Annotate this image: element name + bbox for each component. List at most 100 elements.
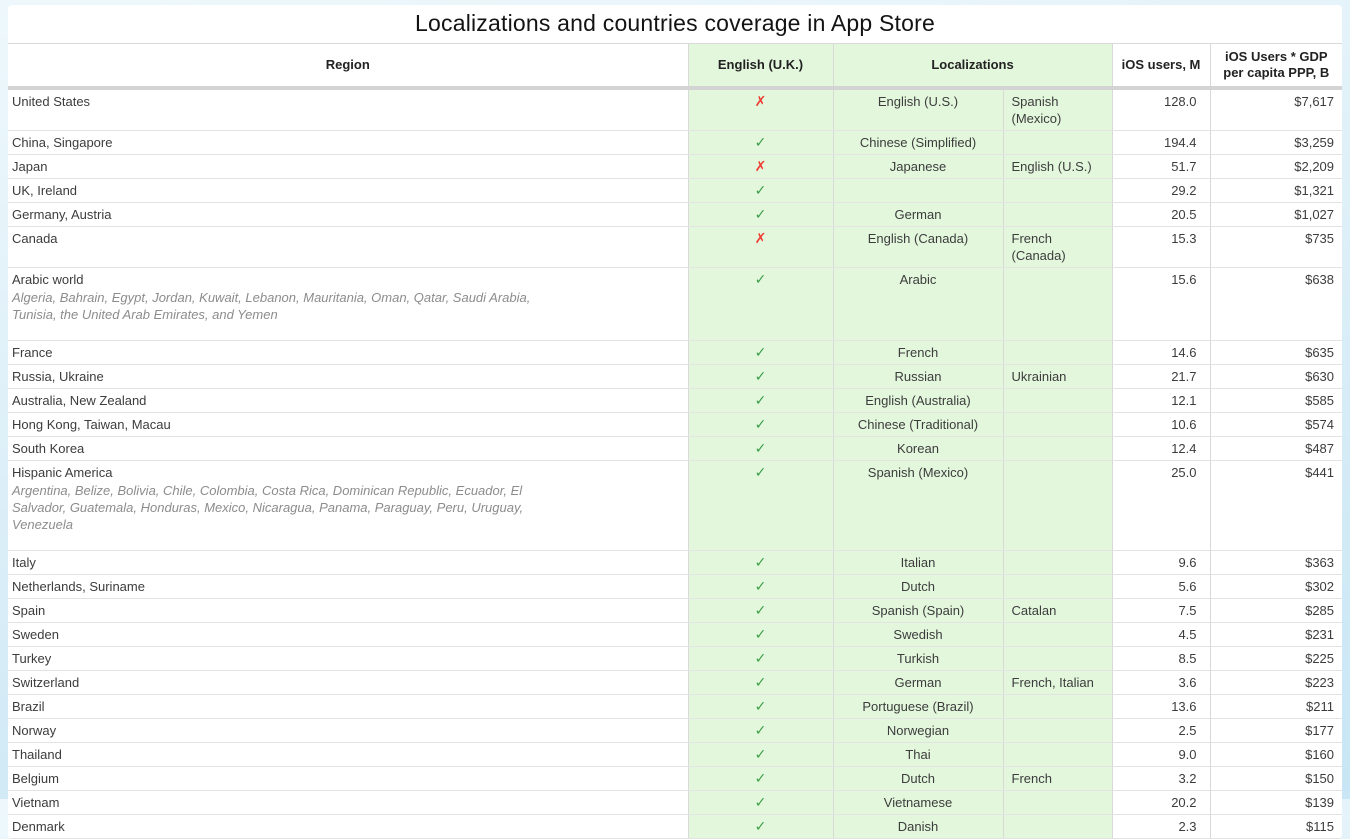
gdp-cell: $115 bbox=[1210, 815, 1342, 839]
ios-users-cell: 7.5 bbox=[1112, 599, 1210, 623]
localization-primary-cell: Chinese (Traditional) bbox=[833, 413, 1003, 437]
localization-primary-cell: Chinese (Simplified) bbox=[833, 131, 1003, 155]
ios-users-cell: 12.4 bbox=[1112, 437, 1210, 461]
english-uk-cell: ✓ bbox=[688, 647, 833, 671]
region-name: China, Singapore bbox=[12, 134, 684, 151]
region-cell: France bbox=[8, 341, 688, 365]
region-cell: Australia, New Zealand bbox=[8, 389, 688, 413]
region-cell: Denmark bbox=[8, 815, 688, 839]
table-row: Spain✓Spanish (Spain)Catalan7.5$285 bbox=[8, 599, 1342, 623]
column-header-gdp: iOS Users * GDP per capita PPP, B bbox=[1210, 44, 1342, 89]
ios-users-cell: 15.6 bbox=[1112, 268, 1210, 341]
gdp-cell: $285 bbox=[1210, 599, 1342, 623]
english-uk-cell: ✓ bbox=[688, 437, 833, 461]
table-row: Germany, Austria✓German20.5$1,027 bbox=[8, 203, 1342, 227]
english-uk-cell: ✓ bbox=[688, 623, 833, 647]
ios-users-cell: 3.2 bbox=[1112, 767, 1210, 791]
table-header: Region English (U.K.) Localizations iOS … bbox=[8, 44, 1342, 89]
region-name: Russia, Ukraine bbox=[12, 368, 684, 385]
region-cell: Vietnam bbox=[8, 791, 688, 815]
check-icon: ✓ bbox=[755, 818, 767, 834]
gdp-cell: $574 bbox=[1210, 413, 1342, 437]
localization-primary-cell: Arabic bbox=[833, 268, 1003, 341]
header-row: Region English (U.K.) Localizations iOS … bbox=[8, 44, 1342, 89]
ios-users-cell: 5.6 bbox=[1112, 575, 1210, 599]
region-cell: Italy bbox=[8, 551, 688, 575]
table-row: Thailand✓Thai9.0$160 bbox=[8, 743, 1342, 767]
region-name: Australia, New Zealand bbox=[12, 392, 684, 409]
english-uk-cell: ✓ bbox=[688, 815, 833, 839]
gdp-cell: $441 bbox=[1210, 461, 1342, 551]
check-icon: ✓ bbox=[755, 134, 767, 150]
table-row: Arabic worldAlgeria, Bahrain, Egypt, Jor… bbox=[8, 268, 1342, 341]
region-note: Argentina, Belize, Bolivia, Chile, Colom… bbox=[12, 482, 572, 533]
localization-primary-cell: German bbox=[833, 671, 1003, 695]
localization-secondary-cell bbox=[1003, 437, 1112, 461]
gdp-cell: $3,259 bbox=[1210, 131, 1342, 155]
localization-secondary-cell: French bbox=[1003, 767, 1112, 791]
column-header-ios-users: iOS users, M bbox=[1112, 44, 1210, 89]
region-cell: Hispanic AmericaArgentina, Belize, Boliv… bbox=[8, 461, 688, 551]
localization-secondary-cell bbox=[1003, 815, 1112, 839]
table-row: Norway✓Norwegian2.5$177 bbox=[8, 719, 1342, 743]
english-uk-cell: ✓ bbox=[688, 179, 833, 203]
ios-users-cell: 2.5 bbox=[1112, 719, 1210, 743]
english-uk-cell: ✓ bbox=[688, 461, 833, 551]
check-icon: ✓ bbox=[755, 416, 767, 432]
gdp-cell: $302 bbox=[1210, 575, 1342, 599]
gdp-cell: $7,617 bbox=[1210, 88, 1342, 131]
english-uk-cell: ✓ bbox=[688, 365, 833, 389]
table-row: Russia, Ukraine✓RussianUkrainian21.7$630 bbox=[8, 365, 1342, 389]
table-row: Australia, New Zealand✓English (Australi… bbox=[8, 389, 1342, 413]
ios-users-cell: 8.5 bbox=[1112, 647, 1210, 671]
check-icon: ✓ bbox=[755, 770, 767, 786]
region-cell: Germany, Austria bbox=[8, 203, 688, 227]
check-icon: ✓ bbox=[755, 794, 767, 810]
ios-users-cell: 128.0 bbox=[1112, 88, 1210, 131]
localization-primary-cell: English (Canada) bbox=[833, 227, 1003, 268]
table-row: Japan✗JapaneseEnglish (U.S.)51.7$2,209 bbox=[8, 155, 1342, 179]
english-uk-cell: ✗ bbox=[688, 155, 833, 179]
check-icon: ✓ bbox=[755, 578, 767, 594]
check-icon: ✓ bbox=[755, 722, 767, 738]
gdp-cell: $139 bbox=[1210, 791, 1342, 815]
ios-users-cell: 194.4 bbox=[1112, 131, 1210, 155]
english-uk-cell: ✓ bbox=[688, 341, 833, 365]
region-name: Thailand bbox=[12, 746, 684, 763]
check-icon: ✓ bbox=[755, 554, 767, 570]
cross-icon: ✗ bbox=[755, 230, 767, 246]
region-cell: Japan bbox=[8, 155, 688, 179]
localization-primary-cell: English (Australia) bbox=[833, 389, 1003, 413]
ios-users-cell: 15.3 bbox=[1112, 227, 1210, 268]
localization-secondary-cell: English (U.S.) bbox=[1003, 155, 1112, 179]
english-uk-cell: ✓ bbox=[688, 695, 833, 719]
localization-primary-cell: Italian bbox=[833, 551, 1003, 575]
localization-primary-cell: Dutch bbox=[833, 575, 1003, 599]
gdp-cell: $630 bbox=[1210, 365, 1342, 389]
gdp-cell: $363 bbox=[1210, 551, 1342, 575]
english-uk-cell: ✗ bbox=[688, 227, 833, 268]
region-name: Hispanic America bbox=[12, 464, 684, 481]
column-header-english-uk: English (U.K.) bbox=[688, 44, 833, 89]
region-cell: Belgium bbox=[8, 767, 688, 791]
region-cell: China, Singapore bbox=[8, 131, 688, 155]
check-icon: ✓ bbox=[755, 440, 767, 456]
localization-secondary-cell: Ukrainian bbox=[1003, 365, 1112, 389]
ios-users-cell: 21.7 bbox=[1112, 365, 1210, 389]
localization-secondary-cell bbox=[1003, 203, 1112, 227]
localization-primary-cell: Danish bbox=[833, 815, 1003, 839]
table-row: South Korea✓Korean12.4$487 bbox=[8, 437, 1342, 461]
region-name: Arabic world bbox=[12, 271, 684, 288]
localization-primary-cell: English (U.S.) bbox=[833, 88, 1003, 131]
english-uk-cell: ✓ bbox=[688, 389, 833, 413]
gdp-cell: $487 bbox=[1210, 437, 1342, 461]
table-row: UK, Ireland✓29.2$1,321 bbox=[8, 179, 1342, 203]
english-uk-cell: ✓ bbox=[688, 268, 833, 341]
english-uk-cell: ✓ bbox=[688, 203, 833, 227]
check-icon: ✓ bbox=[755, 206, 767, 222]
region-name: Netherlands, Suriname bbox=[12, 578, 684, 595]
gdp-cell: $2,209 bbox=[1210, 155, 1342, 179]
ios-users-cell: 13.6 bbox=[1112, 695, 1210, 719]
localization-primary-cell: Dutch bbox=[833, 767, 1003, 791]
localization-primary-cell: Japanese bbox=[833, 155, 1003, 179]
